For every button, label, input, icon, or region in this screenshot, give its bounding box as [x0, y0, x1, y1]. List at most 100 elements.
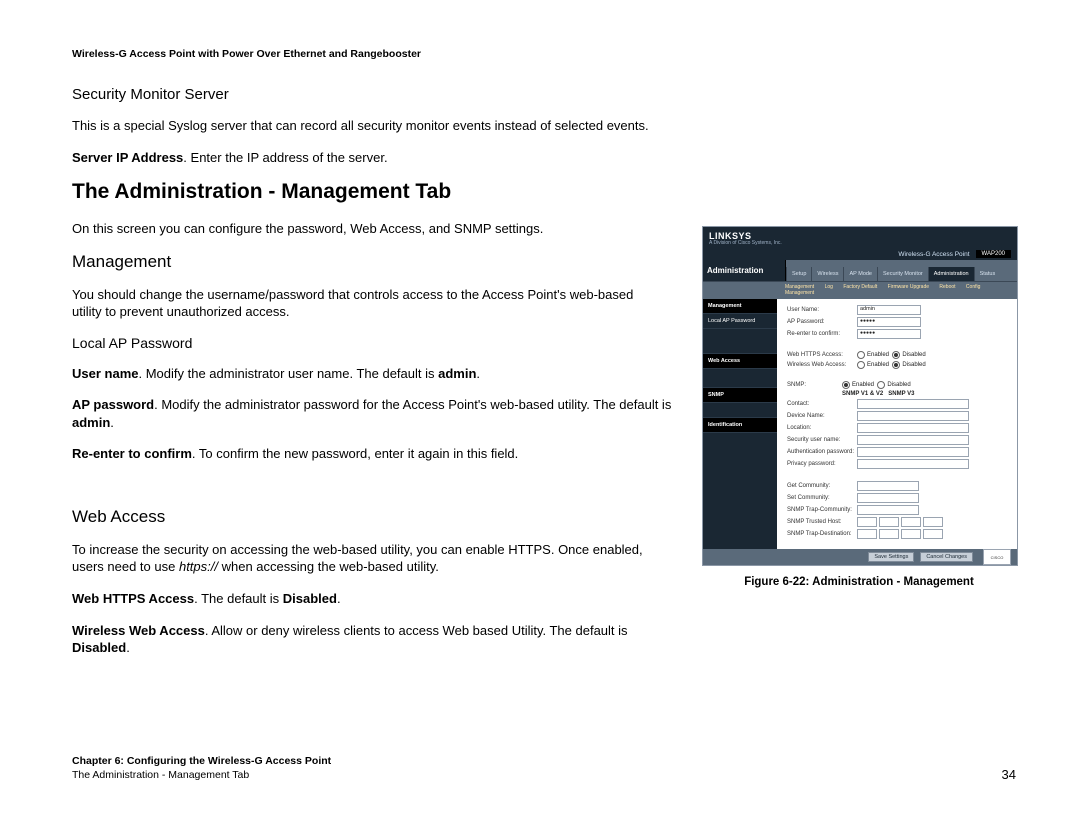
snmp-v3: SNMP V3 — [888, 391, 914, 397]
radio-wwa-enabled[interactable] — [857, 361, 865, 369]
tab-wireless[interactable]: Wireless — [811, 267, 843, 281]
web-access-heading: Web Access — [72, 507, 678, 527]
input-trustedh[interactable] — [857, 517, 943, 527]
reenter-bold: Re-enter to confirm — [72, 446, 192, 461]
server-ip-item: Server IP Address. Enter the IP address … — [72, 149, 672, 167]
web-https-bold: Web HTTPS Access — [72, 591, 194, 606]
lbl-contact: Contact: — [787, 401, 857, 407]
lbl-location: Location: — [787, 425, 857, 431]
lbl-user: User Name: — [787, 307, 857, 313]
local-ap-password-heading: Local AP Password — [72, 335, 678, 351]
appassword-default: admin — [72, 415, 110, 430]
router-model: WAP200 — [976, 250, 1011, 258]
radio-snmp-disabled[interactable] — [877, 381, 885, 389]
lbl-privpw: Privacy password: — [787, 461, 857, 467]
tab-setup[interactable]: Setup — [786, 267, 811, 281]
doc-header: Wireless-G Access Point with Power Over … — [72, 48, 1016, 60]
lbl-trapd: SNMP Trap-Destination: — [787, 531, 857, 537]
web-https-default: Disabled — [283, 591, 337, 606]
side-local-ap: Local AP Password — [703, 314, 777, 329]
username-bold: User name — [72, 366, 138, 381]
lbl-setc: Set Community: — [787, 495, 857, 501]
wwa-default: Disabled — [72, 640, 126, 655]
lbl-wwa: Wireless Web Access: — [787, 362, 857, 368]
lbl-getc: Get Community: — [787, 483, 857, 489]
snmp-v12: SNMP V1 & V2 — [842, 391, 883, 397]
footer-section: The Administration - Management Tab — [72, 768, 331, 782]
appassword-item: AP password. Modify the administrator pa… — [72, 396, 672, 431]
tab-security-monitor[interactable]: Security Monitor — [877, 267, 928, 281]
input-trapc[interactable] — [857, 505, 919, 515]
web-desc-https: https:// — [179, 559, 218, 574]
subnav-reboot[interactable]: Reboot — [939, 284, 955, 290]
web-desc-2: when accessing the web-based utility. — [218, 559, 439, 574]
side-management: Management — [703, 299, 777, 314]
tab-administration[interactable]: Administration — [928, 267, 974, 281]
cisco-logo: CISCO — [983, 549, 1011, 565]
input-pw[interactable]: ●●●●● — [857, 317, 921, 327]
cancel-changes-button[interactable]: Cancel Changes — [920, 552, 973, 562]
reenter-rest: . To confirm the new password, enter it … — [192, 446, 518, 461]
web-access-desc: To increase the security on accessing th… — [72, 541, 662, 576]
subnav-factory[interactable]: Factory Default — [843, 284, 877, 290]
web-https-item: Web HTTPS Access. The default is Disable… — [72, 590, 672, 608]
server-ip-bold: Server IP Address — [72, 150, 183, 165]
wwa-item: Wireless Web Access. Allow or deny wirel… — [72, 622, 672, 657]
page-number: 34 — [1002, 767, 1016, 782]
server-ip-rest: . Enter the IP address of the server. — [183, 150, 387, 165]
intro-text: On this screen you can configure the pas… — [72, 220, 672, 238]
router-subnav: Management Log Factory Default Firmware … — [703, 281, 1017, 299]
radio-https-disabled[interactable] — [892, 351, 900, 359]
section-security-monitor-server: Security Monitor Server — [72, 86, 1016, 103]
radio-snmp-enabled[interactable] — [842, 381, 850, 389]
save-settings-button[interactable]: Save Settings — [868, 552, 914, 562]
side-snmp: SNMP — [703, 388, 777, 403]
lbl-devname: Device Name: — [787, 413, 857, 419]
footer-chapter: Chapter 6: Configuring the Wireless-G Ac… — [72, 754, 331, 768]
web-https-rest: . The default is — [194, 591, 283, 606]
router-nav-section: Administration — [703, 260, 786, 281]
lbl-snmp: SNMP: — [787, 382, 842, 388]
management-desc: You should change the username/password … — [72, 286, 642, 321]
subnav-log[interactable]: Log — [825, 284, 833, 290]
input-secuser[interactable] — [857, 435, 969, 445]
router-tabs: Setup Wireless AP Mode Security Monitor … — [786, 260, 1017, 281]
username-default: admin — [438, 366, 476, 381]
footer-left: Chapter 6: Configuring the Wireless-G Ac… — [72, 754, 331, 782]
input-devname[interactable] — [857, 411, 969, 421]
lbl-trapc: SNMP Trap-Community: — [787, 507, 857, 513]
username-item: User name. Modify the administrator user… — [72, 365, 672, 383]
input-re[interactable]: ●●●●● — [857, 329, 921, 339]
input-getc[interactable] — [857, 481, 919, 491]
lbl-re: Re-enter to confirm: — [787, 331, 857, 337]
input-trapd[interactable] — [857, 529, 943, 539]
input-user[interactable]: admin — [857, 305, 921, 315]
input-authpw[interactable] — [857, 447, 969, 457]
subnav-firmware[interactable]: Firmware Upgrade — [888, 284, 929, 290]
router-product: Wireless-G Access Point — [898, 251, 969, 258]
management-heading: Management — [72, 252, 678, 272]
tab-status[interactable]: Status — [974, 267, 1001, 281]
lbl-authpw: Authentication password: — [787, 449, 857, 455]
input-location[interactable] — [857, 423, 969, 433]
tab-ap-mode[interactable]: AP Mode — [843, 267, 877, 281]
input-contact[interactable] — [857, 399, 969, 409]
section1-desc: This is a special Syslog server that can… — [72, 117, 1012, 135]
main-title: The Administration - Management Tab — [72, 180, 1016, 204]
radio-https-enabled[interactable] — [857, 351, 865, 359]
side-identification: Identification — [703, 418, 777, 433]
input-setc[interactable] — [857, 493, 919, 503]
wwa-bold: Wireless Web Access — [72, 623, 205, 638]
appassword-bold: AP password — [72, 397, 154, 412]
reenter-item: Re-enter to confirm. To confirm the new … — [72, 445, 672, 463]
lbl-trustedh: SNMP Trusted Host: — [787, 519, 857, 525]
lbl-pw: AP Password: — [787, 319, 857, 325]
input-privpw[interactable] — [857, 459, 969, 469]
figure-caption: Figure 6-22: Administration - Management — [702, 576, 1016, 588]
wwa-rest: . Allow or deny wireless clients to acce… — [205, 623, 628, 638]
figure-screenshot: LINKSYS A Division of Cisco Systems, Inc… — [702, 226, 1018, 566]
lbl-secuser: Security user name: — [787, 437, 857, 443]
radio-wwa-disabled[interactable] — [892, 361, 900, 369]
username-rest: . Modify the administrator user name. Th… — [138, 366, 438, 381]
router-sublogo: A Division of Cisco Systems, Inc. — [709, 240, 1011, 246]
